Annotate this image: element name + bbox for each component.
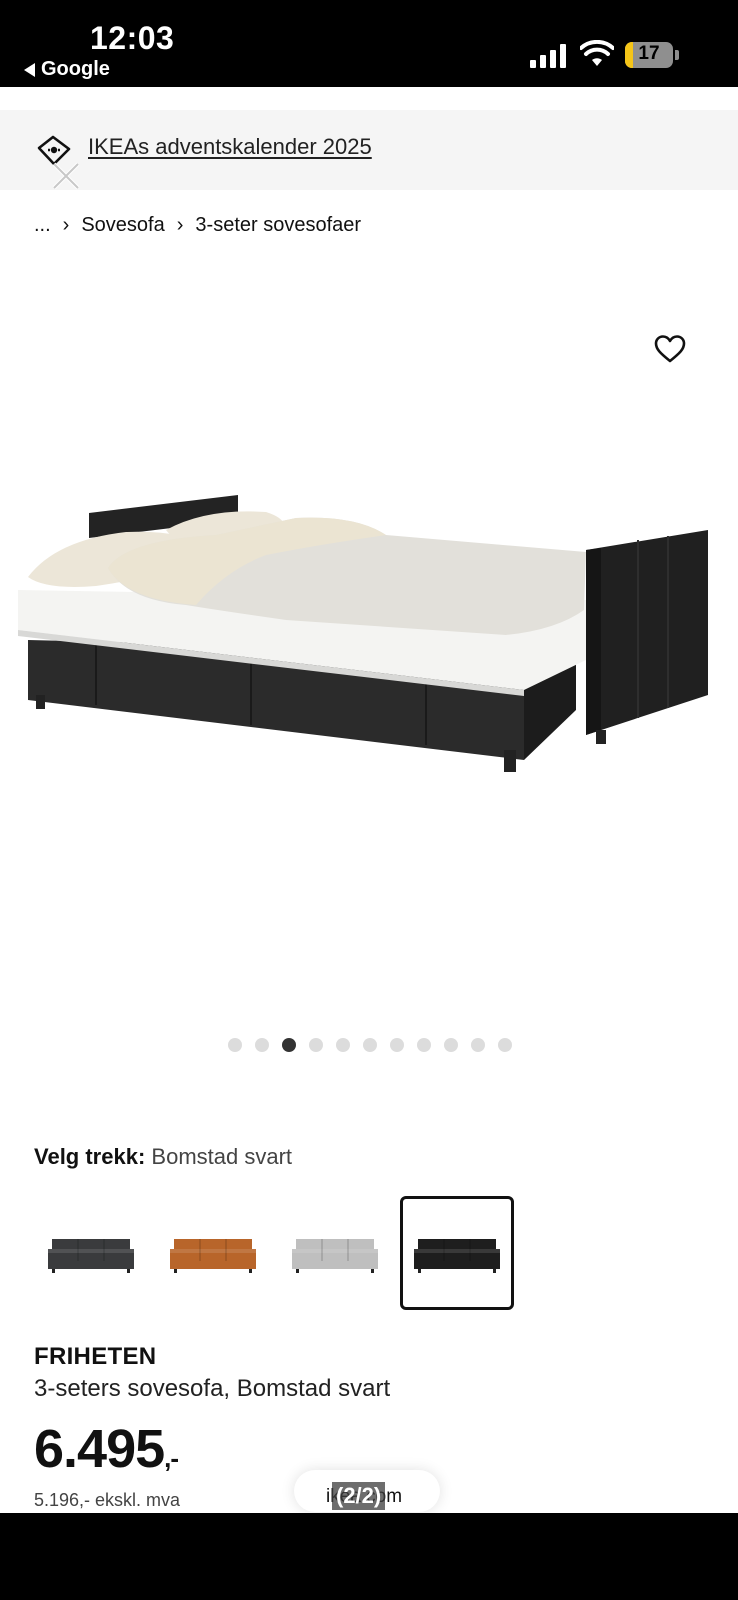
promo-banner: IKEAs adventskalender 2025 <box>0 110 738 190</box>
clock: 12:03 <box>90 20 175 56</box>
chevron-right-icon: › <box>62 214 70 236</box>
heart-icon[interactable] <box>654 334 686 364</box>
page-counter: (2/2) <box>332 1482 386 1510</box>
gallery-dot[interactable] <box>282 1038 296 1052</box>
chevron-right-icon: › <box>176 214 184 236</box>
gallery-dot[interactable] <box>309 1038 323 1052</box>
price-ex-vat: 5.196,- ekskl. mva <box>34 1490 181 1510</box>
price-suffix: ,- <box>164 1443 179 1473</box>
gallery-dot[interactable] <box>390 1038 404 1052</box>
variant-swatch[interactable] <box>156 1196 270 1310</box>
gallery-dot[interactable] <box>417 1038 431 1052</box>
breadcrumb-sovesofa[interactable]: Sovesofa <box>81 214 164 237</box>
breadcrumb-3-seter[interactable]: 3-seter sovesofaer <box>195 214 361 237</box>
wifi-icon <box>580 40 614 66</box>
cellular-signal-icon <box>530 42 566 68</box>
sofa-light-grey-icon <box>292 1239 378 1273</box>
gallery-dot[interactable] <box>336 1038 350 1052</box>
gallery-dot[interactable] <box>255 1038 269 1052</box>
sofa-black-icon <box>414 1239 500 1273</box>
product-description: 3-seters sovesofa, Bomstad svart <box>34 1375 391 1402</box>
variant-label: Velg trekk: Bomstad svart <box>34 1144 292 1170</box>
gallery-dot[interactable] <box>498 1038 512 1052</box>
product-price: 6.495,- <box>34 1418 179 1480</box>
variant-label-title: Velg trekk: <box>34 1144 146 1169</box>
battery-icon: 17 <box>625 42 673 68</box>
variant-swatches <box>34 1196 514 1310</box>
variant-swatch[interactable] <box>400 1196 514 1310</box>
price-value: 6.495 <box>34 1419 165 1479</box>
advent-calendar-link[interactable]: IKEAs adventskalender 2025 <box>88 134 372 160</box>
variant-swatch[interactable] <box>34 1196 148 1310</box>
back-to-app-button[interactable]: Google <box>24 58 110 81</box>
breadcrumb-ellipsis[interactable]: ... <box>34 214 51 237</box>
gallery-dot[interactable] <box>471 1038 485 1052</box>
breadcrumb: ... › Sovesofa › 3-seter sovesofaer <box>34 214 361 237</box>
bottom-bar <box>0 1513 738 1600</box>
product-name: FRIHETEN <box>34 1343 157 1370</box>
status-bar: 12:03 Google 17 <box>0 0 738 87</box>
sofa-cognac-icon <box>170 1239 256 1273</box>
back-triangle-icon <box>24 62 35 77</box>
variant-swatch[interactable] <box>278 1196 392 1310</box>
gallery-dot[interactable] <box>444 1038 458 1052</box>
gallery-dot[interactable] <box>228 1038 242 1052</box>
gallery-dots <box>228 1038 512 1052</box>
battery-level: 17 <box>638 43 660 64</box>
close-icon[interactable] <box>50 160 82 192</box>
gallery-dot[interactable] <box>363 1038 377 1052</box>
sofa-dark-grey-icon <box>48 1239 134 1273</box>
variant-selected-value: Bomstad svart <box>151 1144 293 1169</box>
back-app-label: Google <box>41 58 110 80</box>
battery-tip <box>675 50 679 60</box>
product-image[interactable] <box>16 490 726 800</box>
